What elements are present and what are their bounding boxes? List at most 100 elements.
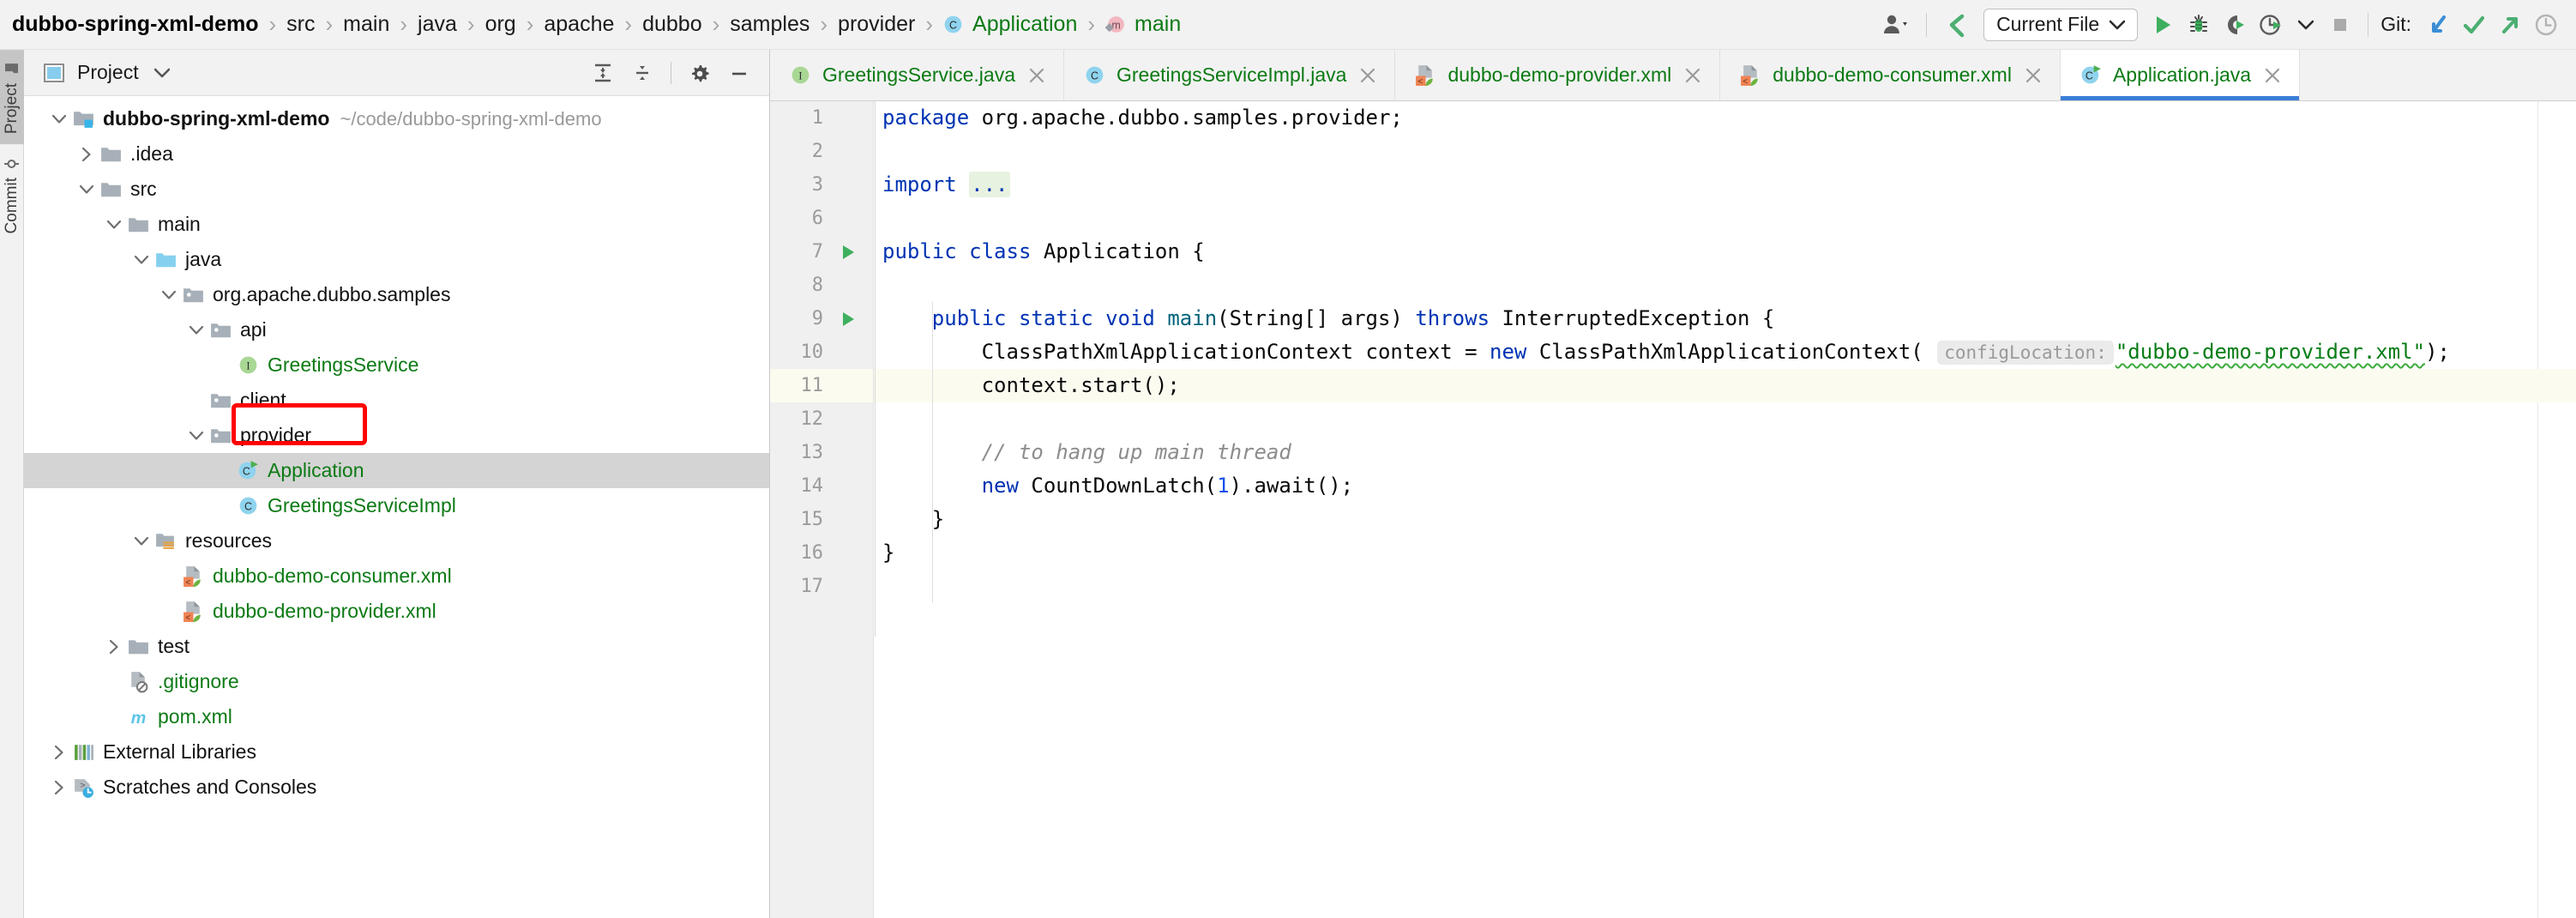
run-gutter-icon[interactable] [823, 310, 873, 329]
chevron-right-icon[interactable] [48, 745, 70, 760]
breadcrumb-item-dubbo[interactable]: dubbo [641, 12, 704, 37]
expand-all-icon[interactable] [585, 56, 621, 90]
git-update-project-icon[interactable] [2420, 7, 2456, 43]
tree-node-application[interactable]: CApplication [24, 453, 769, 488]
code-line[interactable]: context.start(); [874, 369, 2576, 402]
run-configuration-selector[interactable]: Current File [1983, 9, 2138, 41]
profiler-dropdown-icon[interactable] [2289, 7, 2323, 43]
gutter-line[interactable]: 15 [770, 503, 873, 536]
code-line[interactable]: // to hang up main thread [874, 436, 2576, 469]
gutter-line[interactable]: 6 [770, 202, 873, 235]
breadcrumb-item-main[interactable]: mmain [1104, 12, 1183, 37]
tree-node-main[interactable]: main [24, 207, 769, 242]
gutter-line[interactable]: 17 [770, 570, 873, 603]
tree-node--gitignore[interactable]: .gitignore [24, 664, 769, 699]
project-tree[interactable]: dubbo-spring-xml-demo~/code/dubbo-spring… [24, 96, 769, 918]
profiler-icon[interactable] [2253, 7, 2289, 43]
git-push-icon[interactable] [2492, 7, 2528, 43]
chevron-down-icon[interactable] [158, 290, 180, 300]
run-gutter-icon[interactable] [823, 243, 873, 262]
breadcrumb-item-src[interactable]: src [285, 12, 316, 37]
code-line[interactable]: new CountDownLatch(1).await(); [874, 469, 2576, 503]
gutter-line[interactable]: 9 [770, 302, 873, 335]
gutter-line[interactable]: 10 [770, 335, 873, 369]
code-line[interactable]: public static void main(String[] args) t… [874, 302, 2576, 335]
code-line[interactable] [874, 570, 2576, 603]
stop-icon[interactable] [2323, 7, 2357, 43]
gutter-line[interactable]: 8 [770, 269, 873, 302]
chevron-right-icon[interactable] [48, 780, 70, 795]
chevron-right-icon[interactable] [103, 639, 125, 655]
hide-icon[interactable] [721, 56, 757, 90]
tree-node-src[interactable]: src [24, 172, 769, 207]
code-line[interactable] [874, 402, 2576, 436]
stripe-button-commit[interactable]: Commit [0, 144, 24, 244]
gutter-line[interactable]: 11 [770, 369, 873, 402]
breadcrumb-item-java[interactable]: java [416, 12, 459, 37]
editor-tab-dubbo-demo-provider-xml[interactable]: <dubbo-demo-provider.xml [1395, 50, 1720, 100]
tree-node-external-libraries[interactable]: External Libraries [24, 734, 769, 770]
back-arrow-icon[interactable] [1937, 7, 1977, 43]
close-icon[interactable] [2022, 66, 2044, 85]
tree-node-dubbo-demo-provider-xml[interactable]: <dubbo-demo-provider.xml [24, 594, 769, 629]
breadcrumb-item-samples[interactable]: samples [728, 12, 811, 37]
chevron-down-icon[interactable] [130, 255, 153, 265]
breadcrumb-item-apache[interactable]: apache [542, 12, 616, 37]
breadcrumb-item-dubbo-spring-xml-demo[interactable]: dubbo-spring-xml-demo [10, 12, 260, 37]
code-line[interactable]: } [874, 536, 2576, 570]
chevron-down-icon[interactable] [185, 431, 208, 441]
code-line[interactable]: } [874, 503, 2576, 536]
tree-node-java[interactable]: java [24, 242, 769, 277]
tree-node-org-apache-dubbo-samples[interactable]: org.apache.dubbo.samples [24, 277, 769, 312]
tree-node-client[interactable]: client [24, 383, 769, 418]
chevron-down-icon[interactable] [154, 68, 170, 78]
gear-icon[interactable] [682, 56, 718, 90]
gutter-line[interactable]: 3 [770, 168, 873, 202]
editor-tab-dubbo-demo-consumer-xml[interactable]: <dubbo-demo-consumer.xml [1720, 50, 2061, 100]
close-icon[interactable] [2261, 66, 2284, 85]
breadcrumb-item-org[interactable]: org [484, 12, 518, 37]
debug-icon[interactable] [2181, 7, 2217, 43]
close-icon[interactable] [1682, 66, 1704, 85]
chevron-down-icon[interactable] [103, 220, 125, 230]
chevron-down-icon[interactable] [48, 114, 70, 124]
run-with-coverage-icon[interactable] [2217, 7, 2253, 43]
editor-tab-greetingsservice-java[interactable]: IGreetingsService.java [770, 50, 1064, 100]
tree-node-resources[interactable]: resources [24, 523, 769, 559]
editor-tabs[interactable]: IGreetingsService.javaCGreetingsServiceI… [770, 50, 2576, 101]
collapse-all-icon[interactable] [624, 56, 660, 90]
code-line[interactable]: public class Application { [874, 235, 2576, 269]
tree-node-dubbo-demo-consumer-xml[interactable]: <dubbo-demo-consumer.xml [24, 559, 769, 594]
user-account-icon[interactable] [1876, 7, 1916, 43]
tree-node-provider[interactable]: provider [24, 418, 769, 453]
code-line[interactable] [874, 269, 2576, 302]
chevron-down-icon[interactable] [130, 536, 153, 547]
editor-gutter[interactable]: 12367891011121314151617 [770, 101, 873, 918]
code-line[interactable] [874, 135, 2576, 168]
git-commit-icon[interactable] [2456, 7, 2492, 43]
chevron-right-icon[interactable] [75, 147, 98, 162]
breadcrumb-item-provider[interactable]: provider [836, 12, 917, 37]
chevron-down-icon[interactable] [75, 184, 98, 195]
code-line[interactable]: import ... [874, 168, 2576, 202]
editor-tab-greetingsserviceimpl-java[interactable]: CGreetingsServiceImpl.java [1064, 50, 1395, 100]
tree-node-scratches-and-consoles[interactable]: >Scratches and Consoles [24, 770, 769, 805]
gutter-line[interactable]: 2 [770, 135, 873, 168]
code-line[interactable]: ClassPathXmlApplicationContext context =… [874, 335, 2576, 369]
run-icon[interactable] [2145, 7, 2181, 43]
code-line[interactable]: package org.apache.dubbo.samples.provide… [874, 101, 2576, 135]
code-content[interactable]: package org.apache.dubbo.samples.provide… [873, 101, 2576, 918]
tree-node-greetingsserviceimpl[interactable]: CGreetingsServiceImpl [24, 488, 769, 523]
gutter-line[interactable]: 12 [770, 402, 873, 436]
gutter-line[interactable]: 16 [770, 536, 873, 570]
tree-node-api[interactable]: api [24, 312, 769, 347]
breadcrumb-item-application[interactable]: CApplication [942, 12, 1079, 37]
close-icon[interactable] [1026, 66, 1048, 85]
chevron-down-icon[interactable] [185, 325, 208, 335]
gutter-line[interactable]: 7 [770, 235, 873, 269]
tree-node--idea[interactable]: .idea [24, 136, 769, 172]
editor-tab-application-java[interactable]: CApplication.java [2061, 50, 2300, 100]
tree-node-test[interactable]: test [24, 629, 769, 664]
gutter-line[interactable]: 13 [770, 436, 873, 469]
code-editor[interactable]: 12367891011121314151617 package org.apac… [770, 101, 2576, 918]
